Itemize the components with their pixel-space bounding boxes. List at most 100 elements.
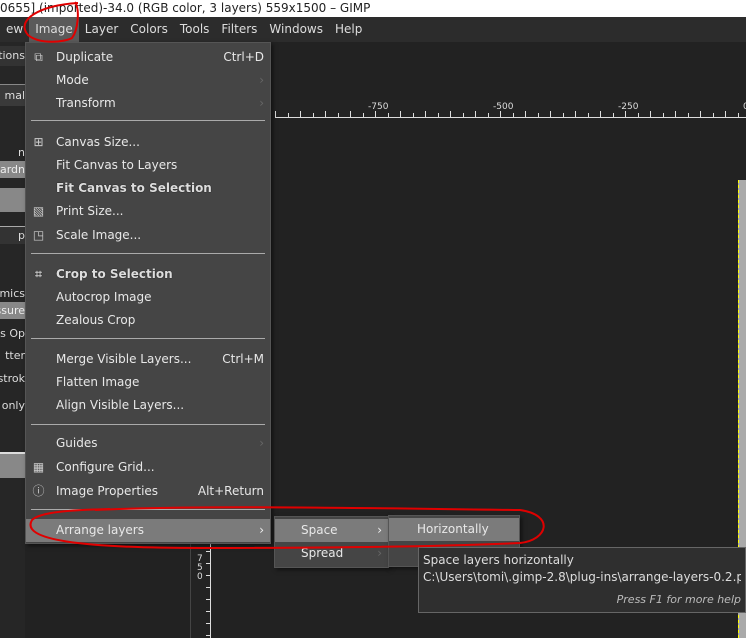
ruler-tick	[612, 113, 614, 117]
ruler-tick	[425, 111, 426, 117]
vertical-ruler[interactable]: 7 5 0	[190, 543, 211, 638]
menu-layer[interactable]: Layer	[79, 17, 124, 42]
menu-filters[interactable]: Filters	[215, 17, 263, 42]
ruler-tick	[712, 113, 714, 117]
image-menu: ⧉ Duplicate Ctrl+D Mode › Transform › ⊞ Canva…	[25, 42, 271, 544]
separator	[31, 253, 265, 254]
horizontal-ruler[interactable]: -750 -500 -250 0	[275, 100, 746, 118]
print-size-icon: ▧	[32, 204, 45, 218]
window-title: 0655] (imported)-34.0 (RGB color, 3 laye…	[0, 0, 746, 17]
ruler-tick	[206, 587, 210, 588]
shortcut: Alt+Return	[197, 484, 264, 498]
panel-text: n	[18, 146, 25, 159]
crop-icon: ⌗	[35, 267, 42, 281]
menu-item-arrange-layers[interactable]: Arrange layers ›	[26, 519, 270, 542]
menu-item-spread[interactable]: Spread ›	[275, 542, 388, 565]
ruler-label: -500	[493, 102, 514, 112]
menu-item-autocrop[interactable]: Autocrop Image	[26, 286, 270, 309]
ruler-tick	[650, 111, 651, 117]
ruler-tick	[550, 111, 551, 117]
ruler-tick	[500, 111, 501, 117]
menu-item-print-size[interactable]: ▧ Print Size...	[26, 200, 270, 223]
menu-image[interactable]: Image	[29, 17, 79, 42]
panel-tab[interactable]: tions	[0, 46, 25, 66]
ruler-tick	[206, 575, 210, 576]
panel-button[interactable]	[0, 452, 25, 478]
ruler-tick	[462, 113, 464, 117]
menu-help[interactable]: Help	[329, 17, 368, 42]
menu-tools[interactable]: Tools	[174, 17, 216, 42]
ruler-tick	[325, 111, 326, 117]
menu-windows[interactable]: Windows	[263, 17, 329, 42]
tooltip: Space layers horizontally C:\Users\tomi\…	[418, 547, 746, 613]
label: Spread	[301, 546, 344, 560]
ruler-tick	[206, 635, 210, 636]
ruler-tick	[562, 113, 564, 117]
ruler-tick	[475, 111, 476, 117]
label: Duplicate	[56, 50, 114, 64]
menu-item-merge-visible[interactable]: Merge Visible Layers... Ctrl+M	[26, 348, 270, 371]
label: Crop to Selection	[56, 267, 173, 281]
panel-text: tter	[5, 349, 25, 362]
separator	[31, 120, 265, 121]
menu-item-transform[interactable]: Transform ›	[26, 92, 270, 115]
ruler-tick	[737, 113, 739, 117]
menu-item-fit-canvas-layers[interactable]: Fit Canvas to Layers	[26, 154, 270, 177]
menu-item-fit-canvas-selection[interactable]: Fit Canvas to Selection	[26, 177, 270, 200]
menu-item-crop-selection[interactable]: ⌗ Crop to Selection	[26, 263, 270, 286]
label: Print Size...	[56, 204, 124, 218]
tooltip-description: Space layers horizontally	[423, 553, 574, 567]
shortcut: Ctrl+M	[222, 352, 264, 366]
duplicate-icon: ⧉	[34, 50, 43, 64]
menu-item-flatten[interactable]: Flatten Image	[26, 371, 270, 394]
ruler-tick	[725, 111, 726, 117]
label: Autocrop Image	[56, 290, 152, 304]
chevron-right-icon: ›	[259, 73, 264, 87]
ruler-tick	[625, 111, 626, 117]
menu-item-scale-image[interactable]: ◳ Scale Image...	[26, 224, 270, 247]
ruler-tick	[700, 111, 701, 117]
label: Canvas Size...	[56, 135, 140, 149]
menu-item-canvas-size[interactable]: ⊞ Canvas Size...	[26, 131, 270, 154]
chevron-right-icon: ›	[259, 436, 264, 450]
ruler-tick	[575, 111, 576, 117]
panel-text: strok	[0, 372, 25, 385]
ruler-tick	[312, 113, 314, 117]
ruler-tick	[487, 113, 489, 117]
ruler-tick	[450, 111, 451, 117]
label: Mode	[56, 73, 89, 87]
menu-item-align-visible[interactable]: Align Visible Layers...	[26, 394, 270, 417]
ruler-tick	[287, 113, 289, 117]
tool-options-panel: tions mal n ardn p amics ssure s Op tter…	[0, 42, 25, 638]
label: Fit Canvas to Layers	[56, 158, 178, 172]
menu-item-horizontally[interactable]: Horizontally	[389, 518, 519, 541]
label: Scale Image...	[56, 228, 142, 242]
label: Guides	[56, 436, 98, 450]
menu-item-configure-grid[interactable]: ▦ Configure Grid...	[26, 456, 270, 479]
menu-colors[interactable]: Colors	[124, 17, 174, 42]
menu-item-zealous-crop[interactable]: Zealous Crop	[26, 309, 270, 332]
shortcut: Ctrl+D	[223, 50, 264, 64]
menu-item-guides[interactable]: Guides ›	[26, 432, 270, 455]
menu-item-duplicate[interactable]: ⧉ Duplicate Ctrl+D	[26, 46, 270, 69]
scale-image-icon: ◳	[32, 228, 45, 242]
label: Merge Visible Layers...	[56, 352, 192, 366]
label: Fit Canvas to Selection	[56, 181, 212, 195]
menu-item-space[interactable]: Space ›	[275, 519, 388, 542]
mode-select[interactable]: mal	[0, 84, 25, 106]
brush-field[interactable]: ardn	[0, 161, 25, 178]
ruler-tick	[525, 111, 526, 117]
ruler-tick	[687, 113, 689, 117]
info-icon: ⓘ	[32, 484, 45, 498]
label: Zealous Crop	[56, 313, 136, 327]
menu-item-mode[interactable]: Mode ›	[26, 69, 270, 92]
menu-item-image-properties[interactable]: ⓘ Image Properties Alt+Return	[26, 480, 270, 503]
panel-text: amics	[0, 287, 25, 300]
label: Image Properties	[56, 484, 159, 498]
ruler-tick	[206, 551, 210, 552]
separator	[31, 509, 265, 510]
dynamics-field[interactable]: ssure	[0, 302, 25, 319]
panel-text: only	[1, 399, 25, 412]
menu-view[interactable]: ew	[0, 17, 29, 42]
panel-slider[interactable]	[0, 188, 25, 212]
